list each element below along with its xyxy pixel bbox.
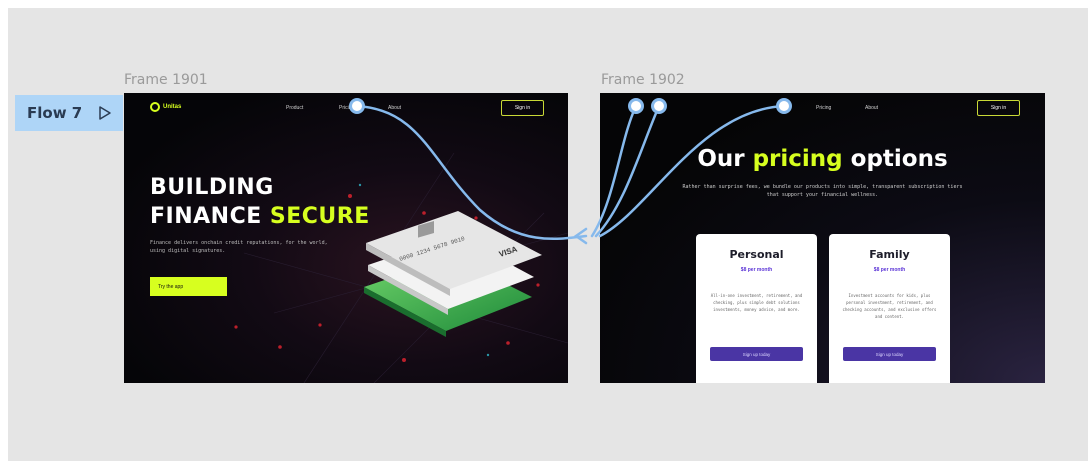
plan-description: Investment accounts for kids, plus perso… (842, 293, 937, 319)
nav-about[interactable]: About (388, 105, 401, 111)
frame-1902-label[interactable]: Frame 1902 (601, 72, 685, 88)
frame-1901-label[interactable]: Frame 1901 (124, 72, 208, 88)
plan-card-personal: Personal $8 per month All-in-one investm… (696, 234, 817, 383)
nav-about[interactable]: About (865, 105, 878, 111)
frame-1901[interactable]: Unitas Product Pricing About Sign in BUI… (124, 93, 568, 383)
try-app-button[interactable]: Try the app (150, 277, 227, 296)
plan-description: All-in-one investment, retirement, and c… (710, 293, 803, 312)
connection-node[interactable] (776, 98, 792, 114)
plan-price: $8 per month (873, 267, 906, 273)
flow-label: Flow 7 (27, 104, 83, 122)
plan-name: Personal (729, 248, 784, 261)
flow-start-tag[interactable]: Flow 7 (15, 95, 123, 131)
brand-logo[interactable]: Unitas (150, 102, 181, 112)
plan-name: Family (869, 248, 910, 261)
connection-node[interactable] (628, 98, 644, 114)
plan-price: $8 per month (740, 267, 773, 273)
nav-pricing[interactable]: Pricing (816, 105, 831, 111)
logo-mark-icon (150, 102, 160, 112)
pricing-subtitle: Rather than surprise fees, we bundle our… (682, 184, 963, 198)
hero-subtitle: Finance delivers onchain credit reputati… (150, 240, 328, 254)
pricing-title: Our pricing options (697, 146, 948, 172)
sign-up-button[interactable]: Sign up today (843, 347, 936, 361)
plan-card-family: Family $8 per month Investment accounts … (829, 234, 950, 383)
sign-in-button[interactable]: Sign in (977, 100, 1020, 116)
connection-node[interactable] (349, 98, 365, 114)
play-outline-icon[interactable] (97, 105, 113, 121)
sign-up-button[interactable]: Sign up today (710, 347, 803, 361)
connection-node[interactable] (651, 98, 667, 114)
card-stack-illustration: 0000 1234 5678 9010 VISA (364, 211, 542, 337)
nav-product[interactable]: Product (286, 105, 303, 111)
sign-in-button[interactable]: Sign in (501, 100, 544, 116)
frame-1902[interactable]: Pricing About Sign in Our pricing option… (600, 93, 1045, 383)
hero-title: BUILDING FINANCE SECURE (150, 175, 370, 229)
